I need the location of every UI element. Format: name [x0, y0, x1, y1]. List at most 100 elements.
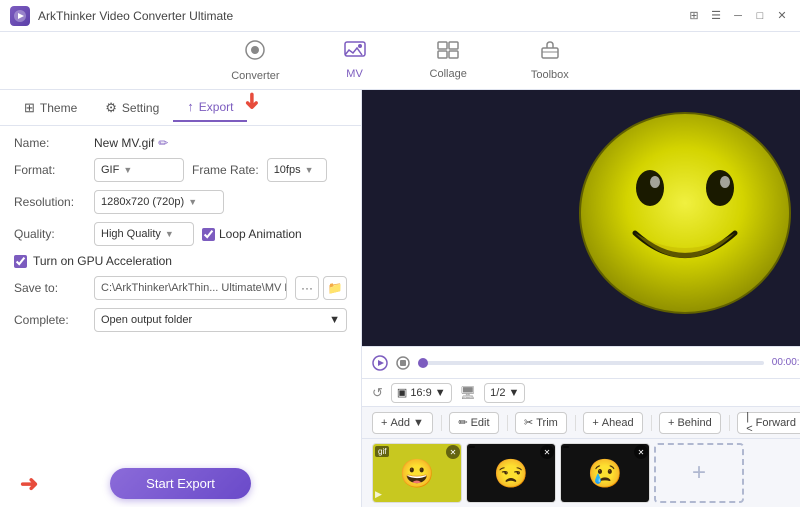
quality-select[interactable]: High Quality ▼: [94, 222, 194, 246]
progress-bar[interactable]: [418, 361, 764, 365]
play-button[interactable]: [372, 355, 388, 371]
framerate-select[interactable]: 10fps ▼: [267, 158, 327, 182]
thumbnail-2-close[interactable]: ✕: [540, 445, 554, 459]
saveto-row: Save to: C:\ArkThinker\ArkThin... Ultima…: [14, 276, 347, 300]
scale-arrow-icon: ▼: [508, 387, 519, 399]
minimize-btn[interactable]: ─: [730, 8, 746, 24]
format-row: Format: GIF ▼ Frame Rate: 10fps ▼: [14, 158, 347, 182]
nav-toolbox[interactable]: Toolbox: [519, 36, 581, 85]
titlebar-controls: ⊞ ☰ ─ □ ✕: [686, 8, 790, 24]
forward-button[interactable]: |< Forward: [737, 412, 800, 434]
app-title: ArkThinker Video Converter Ultimate: [38, 9, 233, 23]
nav-mv-label: MV: [346, 68, 363, 80]
trim-icon: ✂: [524, 416, 533, 429]
edit-icon: ✏: [458, 416, 467, 429]
tab-setting-label: Setting: [122, 101, 159, 115]
thumbnail-1-play[interactable]: ▶: [375, 489, 382, 500]
saveto-path: C:\ArkThinker\ArkThin... Ultimate\MV Exp…: [94, 276, 287, 300]
monitor-icon[interactable]: 🖥: [460, 385, 477, 401]
loop-animation-label: Loop Animation: [219, 227, 302, 241]
gpu-checkbox[interactable]: [14, 255, 27, 268]
menu-btn[interactable]: ☰: [708, 8, 724, 24]
thumbnail-2-type: [469, 446, 475, 448]
quality-row: Quality: High Quality ▼ Loop Animation: [14, 222, 347, 246]
tab-theme[interactable]: ⊞ Theme: [10, 94, 91, 122]
start-export-button[interactable]: Start Export: [110, 468, 251, 499]
thumbnail-2[interactable]: 😒 ✕: [466, 443, 556, 503]
main-area: ⊞ Theme ⚙ Setting ↑ Export ➜ Name: New M…: [0, 90, 800, 507]
tab-export[interactable]: ↑ Export: [173, 93, 247, 122]
loop-animation-checkbox[interactable]: [202, 228, 215, 241]
topnav: Converter MV Collage Toolbox: [0, 32, 800, 90]
name-row: Name: New MV.gif ✏: [14, 136, 347, 150]
trim-button[interactable]: ✂ Trim: [515, 412, 567, 434]
grid-btn[interactable]: ⊞: [686, 8, 702, 24]
settings-form: Name: New MV.gif ✏ Format: GIF ▼ Frame R…: [0, 126, 361, 458]
gpu-row: Turn on GPU Acceleration: [14, 254, 347, 268]
export-tab-icon: ↑: [187, 99, 194, 114]
saveto-folder-btn[interactable]: 📁: [323, 276, 347, 300]
resolution-select[interactable]: 1280x720 (720p) ▼: [94, 190, 224, 214]
nav-collage-label: Collage: [430, 68, 467, 80]
format-select[interactable]: GIF ▼: [94, 158, 184, 182]
framerate-arrow-icon: ▼: [305, 165, 314, 175]
format-label: Format:: [14, 163, 86, 177]
aspect-ratio-select[interactable]: ▣ 16:9 ▼: [391, 383, 452, 403]
thumbnail-row: 😀 ✕ gif ▶ 😒 ✕ 😢 ✕ +: [362, 439, 800, 507]
resolution-label: Resolution:: [14, 195, 86, 209]
tab-setting[interactable]: ⚙ Setting: [91, 94, 173, 122]
preview-image: [535, 98, 800, 338]
complete-label: Complete:: [14, 313, 86, 327]
titlebar: ArkThinker Video Converter Ultimate ⊞ ☰ …: [0, 0, 800, 32]
titlebar-left: ArkThinker Video Converter Ultimate: [10, 6, 233, 26]
saveto-buttons: ··· 📁: [295, 276, 347, 300]
thumbnail-3-close[interactable]: ✕: [634, 445, 648, 459]
edit-button[interactable]: ✏ Edit: [449, 412, 498, 434]
nav-collage[interactable]: Collage: [418, 37, 479, 84]
resolution-row: Resolution: 1280x720 (720p) ▼: [14, 190, 347, 214]
add-button[interactable]: + Add ▼: [372, 412, 433, 434]
scale-select[interactable]: 1/2 ▼: [484, 383, 525, 403]
nav-mv[interactable]: MV: [332, 37, 378, 84]
right-panel: 00:00:00.00/00:00:15.00 🔊 Start Export ↺…: [362, 90, 800, 507]
tabs-row: ⊞ Theme ⚙ Setting ↑ Export ➜: [0, 90, 361, 126]
preview-area: [362, 90, 800, 346]
ahead-icon: +: [592, 417, 598, 429]
thumbnail-3[interactable]: 😢 ✕: [560, 443, 650, 503]
resolution-arrow-icon: ▼: [188, 197, 197, 207]
complete-select[interactable]: Open output folder ▼: [94, 308, 347, 332]
tab-theme-label: Theme: [40, 101, 77, 115]
name-value: New MV.gif ✏: [94, 136, 168, 150]
ahead-button[interactable]: + Ahead: [583, 412, 642, 434]
nav-converter[interactable]: Converter: [219, 35, 291, 86]
name-edit-icon[interactable]: ✏: [158, 136, 168, 150]
nav-toolbox-label: Toolbox: [531, 69, 569, 81]
bottom-strip: + Add ▼ ✏ Edit ✂ Trim + Ahead: [362, 406, 800, 507]
aspect-icon: ▣: [397, 386, 407, 399]
thumbnail-3-type: [563, 446, 569, 448]
controls-row2: ↺ ▣ 16:9 ▼ 🖥 1/2 ▼: [362, 378, 800, 406]
behind-button[interactable]: + Behind: [659, 412, 721, 434]
converter-icon: [244, 39, 266, 67]
thumbnail-1[interactable]: 😀 ✕ gif ▶: [372, 443, 462, 503]
start-export-arrow: ➜: [20, 471, 38, 497]
maximize-btn[interactable]: □: [752, 8, 768, 24]
theme-tab-icon: ⊞: [24, 100, 35, 116]
complete-row: Complete: Open output folder ▼: [14, 308, 347, 332]
bottom-toolbar: + Add ▼ ✏ Edit ✂ Trim + Ahead: [362, 407, 800, 439]
name-label: Name:: [14, 136, 86, 150]
aspect-arrow-icon: ▼: [435, 387, 446, 399]
close-btn[interactable]: ✕: [774, 8, 790, 24]
stop-button[interactable]: [396, 356, 410, 370]
thumbnail-1-type: gif: [375, 446, 389, 457]
forward-icon: |<: [746, 411, 752, 435]
rotate-left-icon[interactable]: ↺: [372, 385, 383, 401]
thumbnail-1-close[interactable]: ✕: [446, 445, 460, 459]
toolbox-icon: [539, 40, 561, 66]
framerate-label: Frame Rate:: [192, 163, 259, 177]
export-arrow-indicator: ➜: [239, 92, 265, 110]
saveto-dots-btn[interactable]: ···: [295, 276, 319, 300]
add-clip-button[interactable]: +: [654, 443, 744, 503]
gpu-label: Turn on GPU Acceleration: [33, 254, 172, 268]
behind-icon: +: [668, 417, 674, 429]
